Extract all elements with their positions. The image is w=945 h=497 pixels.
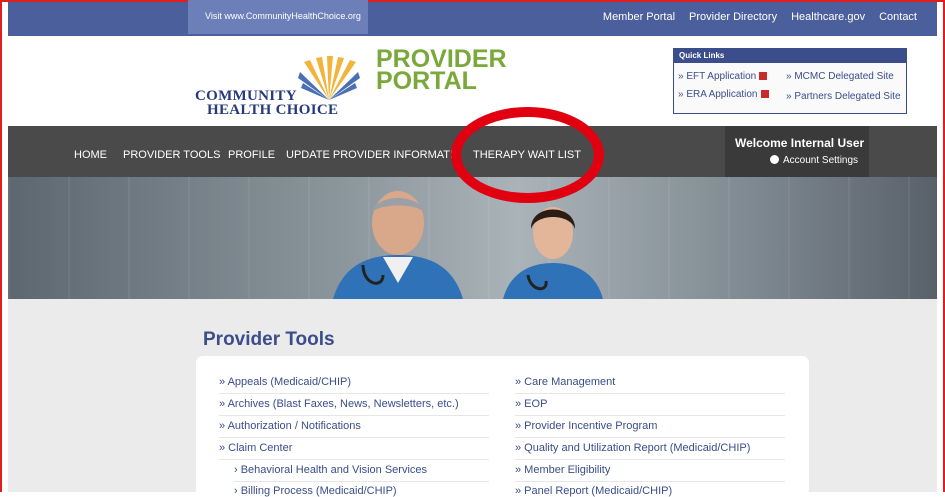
quick-link-mcmc[interactable]: » MCMC Delegated Site (786, 71, 894, 82)
top-nav-contact[interactable]: Contact (879, 11, 917, 23)
welcome-box (725, 126, 869, 177)
account-settings-label: Account Settings (783, 155, 859, 166)
quick-link-era-label: » ERA Application (678, 89, 758, 100)
link-panel-report[interactable]: » Panel Report (Medicaid/CHIP) (515, 485, 672, 497)
link-behavioral-health[interactable]: › Behavioral Health and Vision Services (234, 464, 427, 476)
link-authorization[interactable]: » Authorization / Notifications (219, 420, 361, 432)
link-eop[interactable]: » EOP (515, 398, 547, 410)
top-nav-member-portal[interactable]: Member Portal (603, 11, 675, 23)
sun-logo-icon (298, 56, 360, 100)
nav-provider-tools[interactable]: PROVIDER TOOLS (123, 149, 220, 161)
logo-health-choice-text: HEALTH CHOICE (207, 102, 339, 118)
top-nav-healthcare-gov[interactable]: Healthcare.gov (791, 11, 865, 23)
hero-banner (8, 177, 937, 299)
provider-portal-line2: PORTAL (376, 67, 477, 95)
gear-icon (770, 155, 779, 164)
divider (515, 459, 785, 460)
pdf-icon (760, 90, 769, 99)
quick-links-title: Quick Links (674, 49, 906, 63)
welcome-user-text: Welcome Internal User (735, 136, 865, 150)
doctor-woman-image (503, 207, 603, 299)
top-nav: Member Portal Provider Directory Healthc… (589, 11, 917, 23)
provider-tools-heading: Provider Tools (203, 329, 335, 350)
account-settings-link[interactable]: Account Settings (770, 155, 858, 166)
divider (219, 393, 489, 394)
link-member-eligibility[interactable]: » Member Eligibility (515, 464, 610, 476)
quick-link-eft-label: » EFT Application (678, 71, 757, 82)
top-nav-provider-directory[interactable]: Provider Directory (689, 11, 777, 23)
quick-link-era[interactable]: » ERA Application (678, 89, 769, 100)
pdf-icon (759, 72, 768, 81)
divider (515, 481, 785, 482)
quick-links-box: Quick Links » EFT Application » MCMC Del… (673, 48, 907, 114)
highlight-circle-annotation (451, 107, 604, 203)
divider (515, 437, 785, 438)
divider (219, 459, 489, 460)
link-quality-utilization[interactable]: » Quality and Utilization Report (Medica… (515, 442, 750, 454)
link-care-management[interactable]: » Care Management (515, 376, 615, 388)
link-archives[interactable]: » Archives (Blast Faxes, News, Newslette… (219, 398, 459, 410)
doctor-man-image (333, 191, 463, 299)
link-provider-incentive[interactable]: » Provider Incentive Program (515, 420, 657, 432)
link-claim-center[interactable]: » Claim Center (219, 442, 292, 454)
link-appeals[interactable]: » Appeals (Medicaid/CHIP) (219, 376, 351, 388)
link-billing-process[interactable]: › Billing Process (Medicaid/CHIP) (234, 485, 397, 497)
nav-home[interactable]: HOME (74, 149, 107, 161)
divider (219, 415, 489, 416)
divider (219, 437, 489, 438)
divider (515, 393, 785, 394)
nav-update-provider-information[interactable]: UPDATE PROVIDER INFORMATIO (286, 149, 462, 161)
divider (234, 481, 489, 482)
quick-link-partners[interactable]: » Partners Delegated Site (786, 91, 901, 102)
quick-link-eft[interactable]: » EFT Application (678, 71, 768, 82)
nav-profile[interactable]: PROFILE (228, 149, 275, 161)
provider-portal-title: PROVIDER PORTAL (376, 47, 507, 95)
visit-site-link[interactable]: Visit www.CommunityHealthChoice.org (205, 11, 361, 21)
divider (515, 415, 785, 416)
